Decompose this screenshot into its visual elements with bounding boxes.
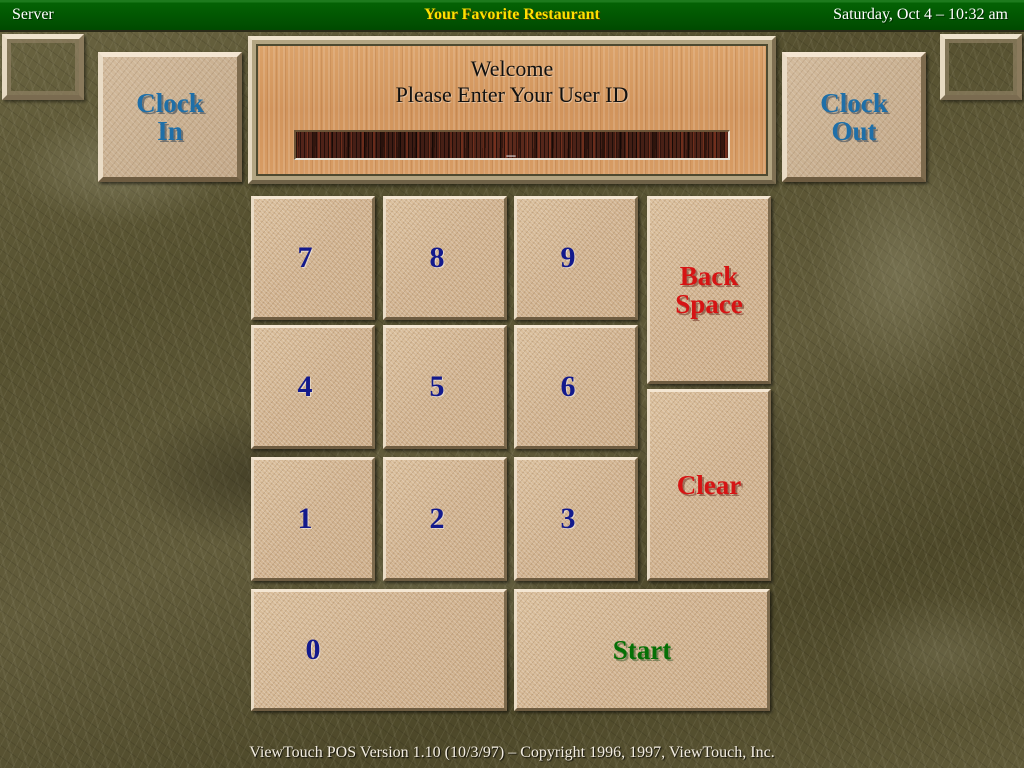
keypad-key-7[interactable]: 7 <box>251 196 375 320</box>
welcome-prompt: Please Enter Your User ID <box>395 82 629 107</box>
keypad-key-0-label: 0 <box>305 633 321 667</box>
keypad-key-5[interactable]: 5 <box>383 325 507 449</box>
clear-button-label: Clear <box>676 469 742 500</box>
keypad-key-1[interactable]: 1 <box>251 457 375 581</box>
keypad-key-9-label: 9 <box>560 241 576 275</box>
clock-out-label: Clock Out <box>820 87 888 146</box>
keypad-key-4-label: 4 <box>297 370 313 404</box>
keypad-key-6[interactable]: 6 <box>514 325 638 449</box>
keypad-key-2[interactable]: 2 <box>383 457 507 581</box>
user-id-input[interactable]: _ <box>294 130 730 160</box>
welcome-heading: Welcome <box>470 56 554 81</box>
keypad-key-4[interactable]: 4 <box>251 325 375 449</box>
keypad-key-1-label: 1 <box>297 502 313 536</box>
keypad-key-2-label: 2 <box>429 502 445 536</box>
welcome-panel: Welcome Please Enter Your User ID _ <box>248 36 776 184</box>
backspace-button[interactable]: Back Space <box>647 196 771 384</box>
keypad-key-8-label: 8 <box>429 241 445 275</box>
title-bar: Server Your Favorite Restaurant Saturday… <box>0 0 1024 32</box>
clock-in-button[interactable]: Clock In <box>98 52 242 182</box>
start-button-label: Start <box>612 634 672 665</box>
keypad-key-3[interactable]: 3 <box>514 457 638 581</box>
decorative-frame-left <box>2 34 84 100</box>
user-id-value: _ <box>506 138 518 158</box>
keypad-key-7-label: 7 <box>297 241 313 275</box>
clock-in-label: Clock In <box>136 87 204 146</box>
copyright-footer: ViewTouch POS Version 1.10 (10/3/97) – C… <box>249 744 775 761</box>
keypad-key-3-label: 3 <box>560 502 576 536</box>
date-time-label: Saturday, Oct 4 – 10:32 am <box>833 6 1008 23</box>
backspace-button-label: Back Space <box>675 260 743 319</box>
clock-out-button[interactable]: Clock Out <box>782 52 926 182</box>
clear-button[interactable]: Clear <box>647 389 771 581</box>
keypad-key-9[interactable]: 9 <box>514 196 638 320</box>
keypad-key-5-label: 5 <box>429 370 445 404</box>
keypad-key-0[interactable]: 0 <box>251 589 507 711</box>
keypad-key-6-label: 6 <box>560 370 576 404</box>
start-button[interactable]: Start <box>514 589 770 711</box>
decorative-frame-right <box>940 34 1022 100</box>
pos-screen: Server Your Favorite Restaurant Saturday… <box>0 0 1024 768</box>
welcome-panel-inner: Welcome Please Enter Your User ID _ <box>256 44 768 176</box>
keypad-key-8[interactable]: 8 <box>383 196 507 320</box>
